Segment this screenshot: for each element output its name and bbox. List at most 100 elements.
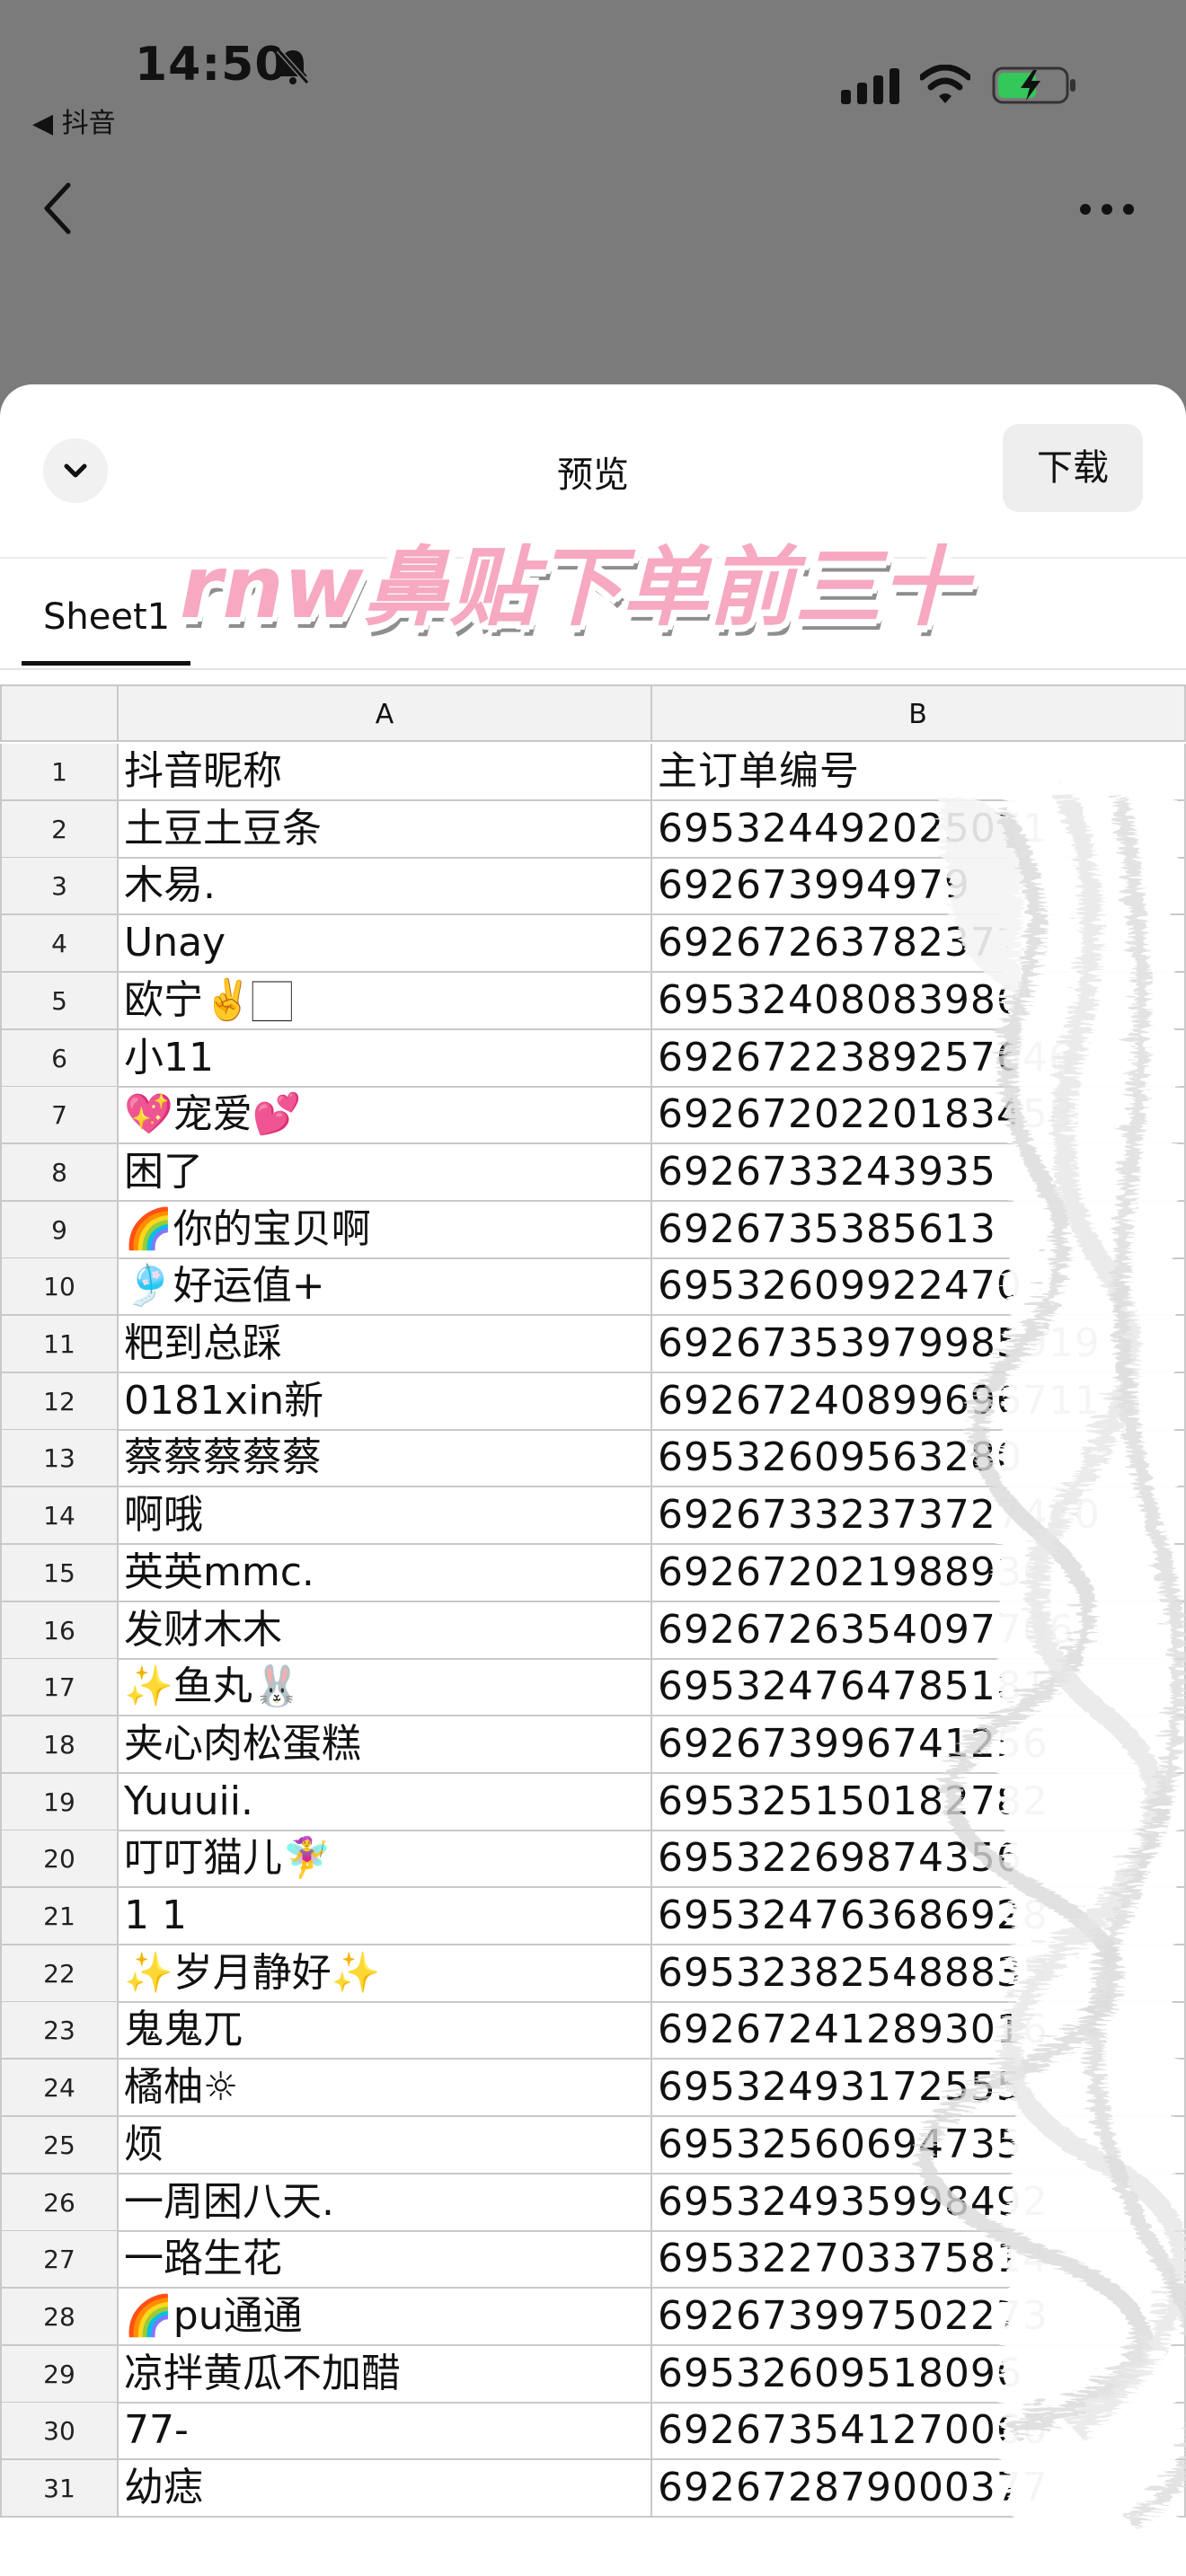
cell-nickname[interactable]: 鬼鬼兀 bbox=[119, 2002, 652, 2060]
cell-order-number[interactable]: 69532609922470 bbox=[652, 1258, 1186, 1317]
table-row[interactable]: 23 鬼鬼兀 692672412893016 bbox=[0, 2002, 1186, 2060]
cell-nickname[interactable]: 橘柚☼ bbox=[119, 2060, 652, 2118]
cell-nickname[interactable]: 困了 bbox=[119, 1143, 652, 1202]
cell-nickname[interactable]: 蔡蔡蔡蔡蔡 bbox=[119, 1430, 652, 1488]
table-row[interactable]: 19 Yuuuii. 695325150182782 bbox=[0, 1773, 1186, 1831]
cell-order-number[interactable]: 69267353979985919 bbox=[652, 1316, 1186, 1373]
column-header-a[interactable]: A bbox=[119, 684, 652, 742]
cell-nickname[interactable]: 77- bbox=[119, 2403, 652, 2461]
table-row[interactable]: 27 一路生花 695322703375814 bbox=[0, 2231, 1186, 2289]
cell-order-number[interactable]: 692672879000377 bbox=[652, 2460, 1186, 2518]
cell-nickname[interactable]: 0181xin新 bbox=[119, 1372, 652, 1431]
cell-order-number[interactable]: 692673994979 bbox=[652, 858, 1186, 916]
cell-nickname[interactable]: 土豆土豆条 bbox=[119, 800, 652, 859]
table-row[interactable]: 26 一周困八天. 695324935998492 bbox=[0, 2174, 1186, 2232]
column-header-b[interactable]: B bbox=[652, 684, 1186, 742]
cell-order-number[interactable]: 69267332373727470 bbox=[652, 1487, 1186, 1546]
table-row[interactable]: 16 发财木木 6926726354097706 bbox=[0, 1601, 1186, 1660]
cell-order-number[interactable]: 692673996741256 bbox=[652, 1716, 1186, 1774]
cell-order-number[interactable]: 69532560694735 bbox=[652, 2116, 1186, 2175]
cell-order-number[interactable]: 6926722389257646 bbox=[652, 1029, 1186, 1088]
cell-order-number[interactable]: 692672412893016 bbox=[652, 2002, 1186, 2060]
table-row[interactable]: 28 🌈pu通通 692673997502273 bbox=[0, 2288, 1186, 2346]
table-row[interactable]: 14 啊哦 69267332373727470 bbox=[0, 1487, 1186, 1546]
table-row[interactable]: 24 橘柚☼ 69532493172555 bbox=[0, 2060, 1186, 2118]
table-row[interactable]: 10 🎐好运值+ 69532609922470 bbox=[0, 1258, 1186, 1317]
download-button[interactable]: 下载 bbox=[1003, 424, 1143, 512]
table-row[interactable]: 18 夹心肉松蛋糕 692673996741256 bbox=[0, 1716, 1186, 1774]
cell-nickname[interactable]: 烦 bbox=[119, 2116, 652, 2175]
cell-nickname[interactable]: 1 1 bbox=[119, 1888, 652, 1945]
cell-nickname[interactable]: 抖音昵称 bbox=[119, 744, 652, 801]
table-row[interactable]: 17 ✨鱼丸🐰 695324764785181 bbox=[0, 1659, 1186, 1717]
cell-nickname[interactable]: 凉拌黄瓜不加醋 bbox=[119, 2345, 652, 2404]
cell-order-number[interactable]: 695322703375814 bbox=[652, 2231, 1186, 2289]
table-row[interactable]: 6 小11 6926722389257646 bbox=[0, 1029, 1186, 1088]
cell-nickname[interactable]: 发财木木 bbox=[119, 1601, 652, 1660]
cell-order-number[interactable]: 69532609518096 bbox=[652, 2345, 1186, 2404]
cell-nickname[interactable]: ✨鱼丸🐰 bbox=[119, 1659, 652, 1717]
table-row[interactable]: 2 土豆土豆条 695324492025071 bbox=[0, 800, 1186, 859]
cell-order-number[interactable]: 695323825488835 bbox=[652, 1945, 1186, 2003]
cell-nickname[interactable]: 欧宁✌️🏻 bbox=[119, 972, 652, 1030]
table-row[interactable]: 22 ✨岁月静好✨ 695323825488835 bbox=[0, 1945, 1186, 2003]
table-row[interactable]: 8 困了 6926733243935 bbox=[0, 1143, 1186, 1202]
cell-nickname[interactable]: 啊哦 bbox=[119, 1487, 652, 1546]
table-row[interactable]: 7 💖宠爱💕 6926720220183458 bbox=[0, 1087, 1186, 1145]
cell-nickname[interactable]: 💖宠爱💕 bbox=[119, 1087, 652, 1145]
cell-order-number[interactable]: 6926735385613 bbox=[652, 1201, 1186, 1259]
cell-nickname[interactable]: 夹心肉松蛋糕 bbox=[119, 1716, 652, 1774]
cell-order-number[interactable]: 695324492025071 bbox=[652, 800, 1186, 859]
cell-order-number[interactable]: 69532408083986 bbox=[652, 972, 1186, 1030]
cell-order-number[interactable]: 695324764785181 bbox=[652, 1659, 1186, 1717]
cell-nickname[interactable]: Unay bbox=[119, 915, 652, 974]
table-row[interactable]: 3 木易. 692673994979 bbox=[0, 858, 1186, 916]
cell-nickname[interactable]: 叮叮猫儿🧚‍♀️ bbox=[119, 1831, 652, 1889]
table-row[interactable]: 15 英英mmc. 692672021988936 bbox=[0, 1544, 1186, 1602]
table-row[interactable]: 12 0181xin新 69267240899696711 bbox=[0, 1372, 1186, 1431]
back-to-app-link[interactable]: ◀ 抖音 bbox=[32, 101, 116, 140]
tab-sheet1[interactable]: Sheet1 bbox=[43, 596, 170, 638]
cell-order-number[interactable]: 692673541270060 bbox=[652, 2403, 1186, 2461]
table-row[interactable]: 29 凉拌黄瓜不加醋 69532609518096 bbox=[0, 2345, 1186, 2404]
table-row[interactable]: 1 抖音昵称 主订单编号 bbox=[0, 744, 1186, 801]
cell-nickname[interactable]: 英英mmc. bbox=[119, 1544, 652, 1602]
cell-nickname[interactable]: 一路生花 bbox=[119, 2231, 652, 2289]
more-icon[interactable] bbox=[1078, 196, 1136, 223]
table-row[interactable]: 20 叮叮猫儿🧚‍♀️ 69532269874356 bbox=[0, 1831, 1186, 1889]
cell-order-number[interactable]: 692673997502273 bbox=[652, 2288, 1186, 2346]
table-row[interactable]: 21 1 1 695324763686928 bbox=[0, 1888, 1186, 1945]
cell-order-number[interactable]: 主订单编号 bbox=[652, 744, 1186, 801]
table-row[interactable]: 5 欧宁✌️🏻 69532408083986 bbox=[0, 972, 1186, 1030]
table-row[interactable]: 25 烦 69532560694735 bbox=[0, 2116, 1186, 2175]
cell-nickname[interactable]: 🌈pu通通 bbox=[119, 2288, 652, 2346]
cell-order-number[interactable]: 692672021988936 bbox=[652, 1544, 1186, 1602]
table-row[interactable]: 11 粑到总踩 69267353979985919 bbox=[0, 1316, 1186, 1373]
cell-order-number[interactable]: 69532609563280 bbox=[652, 1430, 1186, 1488]
table-row[interactable]: 31 幼痣 692672879000377 bbox=[0, 2460, 1186, 2518]
cell-order-number[interactable]: 6926733243935 bbox=[652, 1143, 1186, 1202]
cell-order-number[interactable]: 69532493172555 bbox=[652, 2060, 1186, 2118]
cell-order-number[interactable]: 69267263782377 bbox=[652, 915, 1186, 974]
cell-nickname[interactable]: 木易. bbox=[119, 858, 652, 916]
cell-order-number[interactable]: 69532269874356 bbox=[652, 1831, 1186, 1889]
cell-order-number[interactable]: 6926726354097706 bbox=[652, 1601, 1186, 1660]
cell-nickname[interactable]: 幼痣 bbox=[119, 2460, 652, 2518]
cell-nickname[interactable]: 🎐好运值+ bbox=[119, 1258, 652, 1317]
cell-nickname[interactable]: 小11 bbox=[119, 1029, 652, 1088]
cell-nickname[interactable]: ✨岁月静好✨ bbox=[119, 1945, 652, 2003]
cell-nickname[interactable]: Yuuuii. bbox=[119, 1773, 652, 1831]
cell-order-number[interactable]: 69267240899696711 bbox=[652, 1372, 1186, 1431]
table-row[interactable]: 30 77- 692673541270060 bbox=[0, 2403, 1186, 2461]
table-row[interactable]: 9 🌈你的宝贝啊 6926735385613 bbox=[0, 1201, 1186, 1259]
cell-order-number[interactable]: 6926720220183458 bbox=[652, 1087, 1186, 1145]
table-row[interactable]: 13 蔡蔡蔡蔡蔡 69532609563280 bbox=[0, 1430, 1186, 1488]
cell-order-number[interactable]: 695324763686928 bbox=[652, 1888, 1186, 1945]
cell-nickname[interactable]: 粑到总踩 bbox=[119, 1316, 652, 1373]
cell-order-number[interactable]: 695324935998492 bbox=[652, 2174, 1186, 2232]
cell-nickname[interactable]: 🌈你的宝贝啊 bbox=[119, 1201, 652, 1259]
cell-order-number[interactable]: 695325150182782 bbox=[652, 1773, 1186, 1831]
cell-nickname[interactable]: 一周困八天. bbox=[119, 2174, 652, 2232]
table-row[interactable]: 4 Unay 69267263782377 bbox=[0, 915, 1186, 974]
back-chevron-icon[interactable] bbox=[40, 180, 75, 237]
